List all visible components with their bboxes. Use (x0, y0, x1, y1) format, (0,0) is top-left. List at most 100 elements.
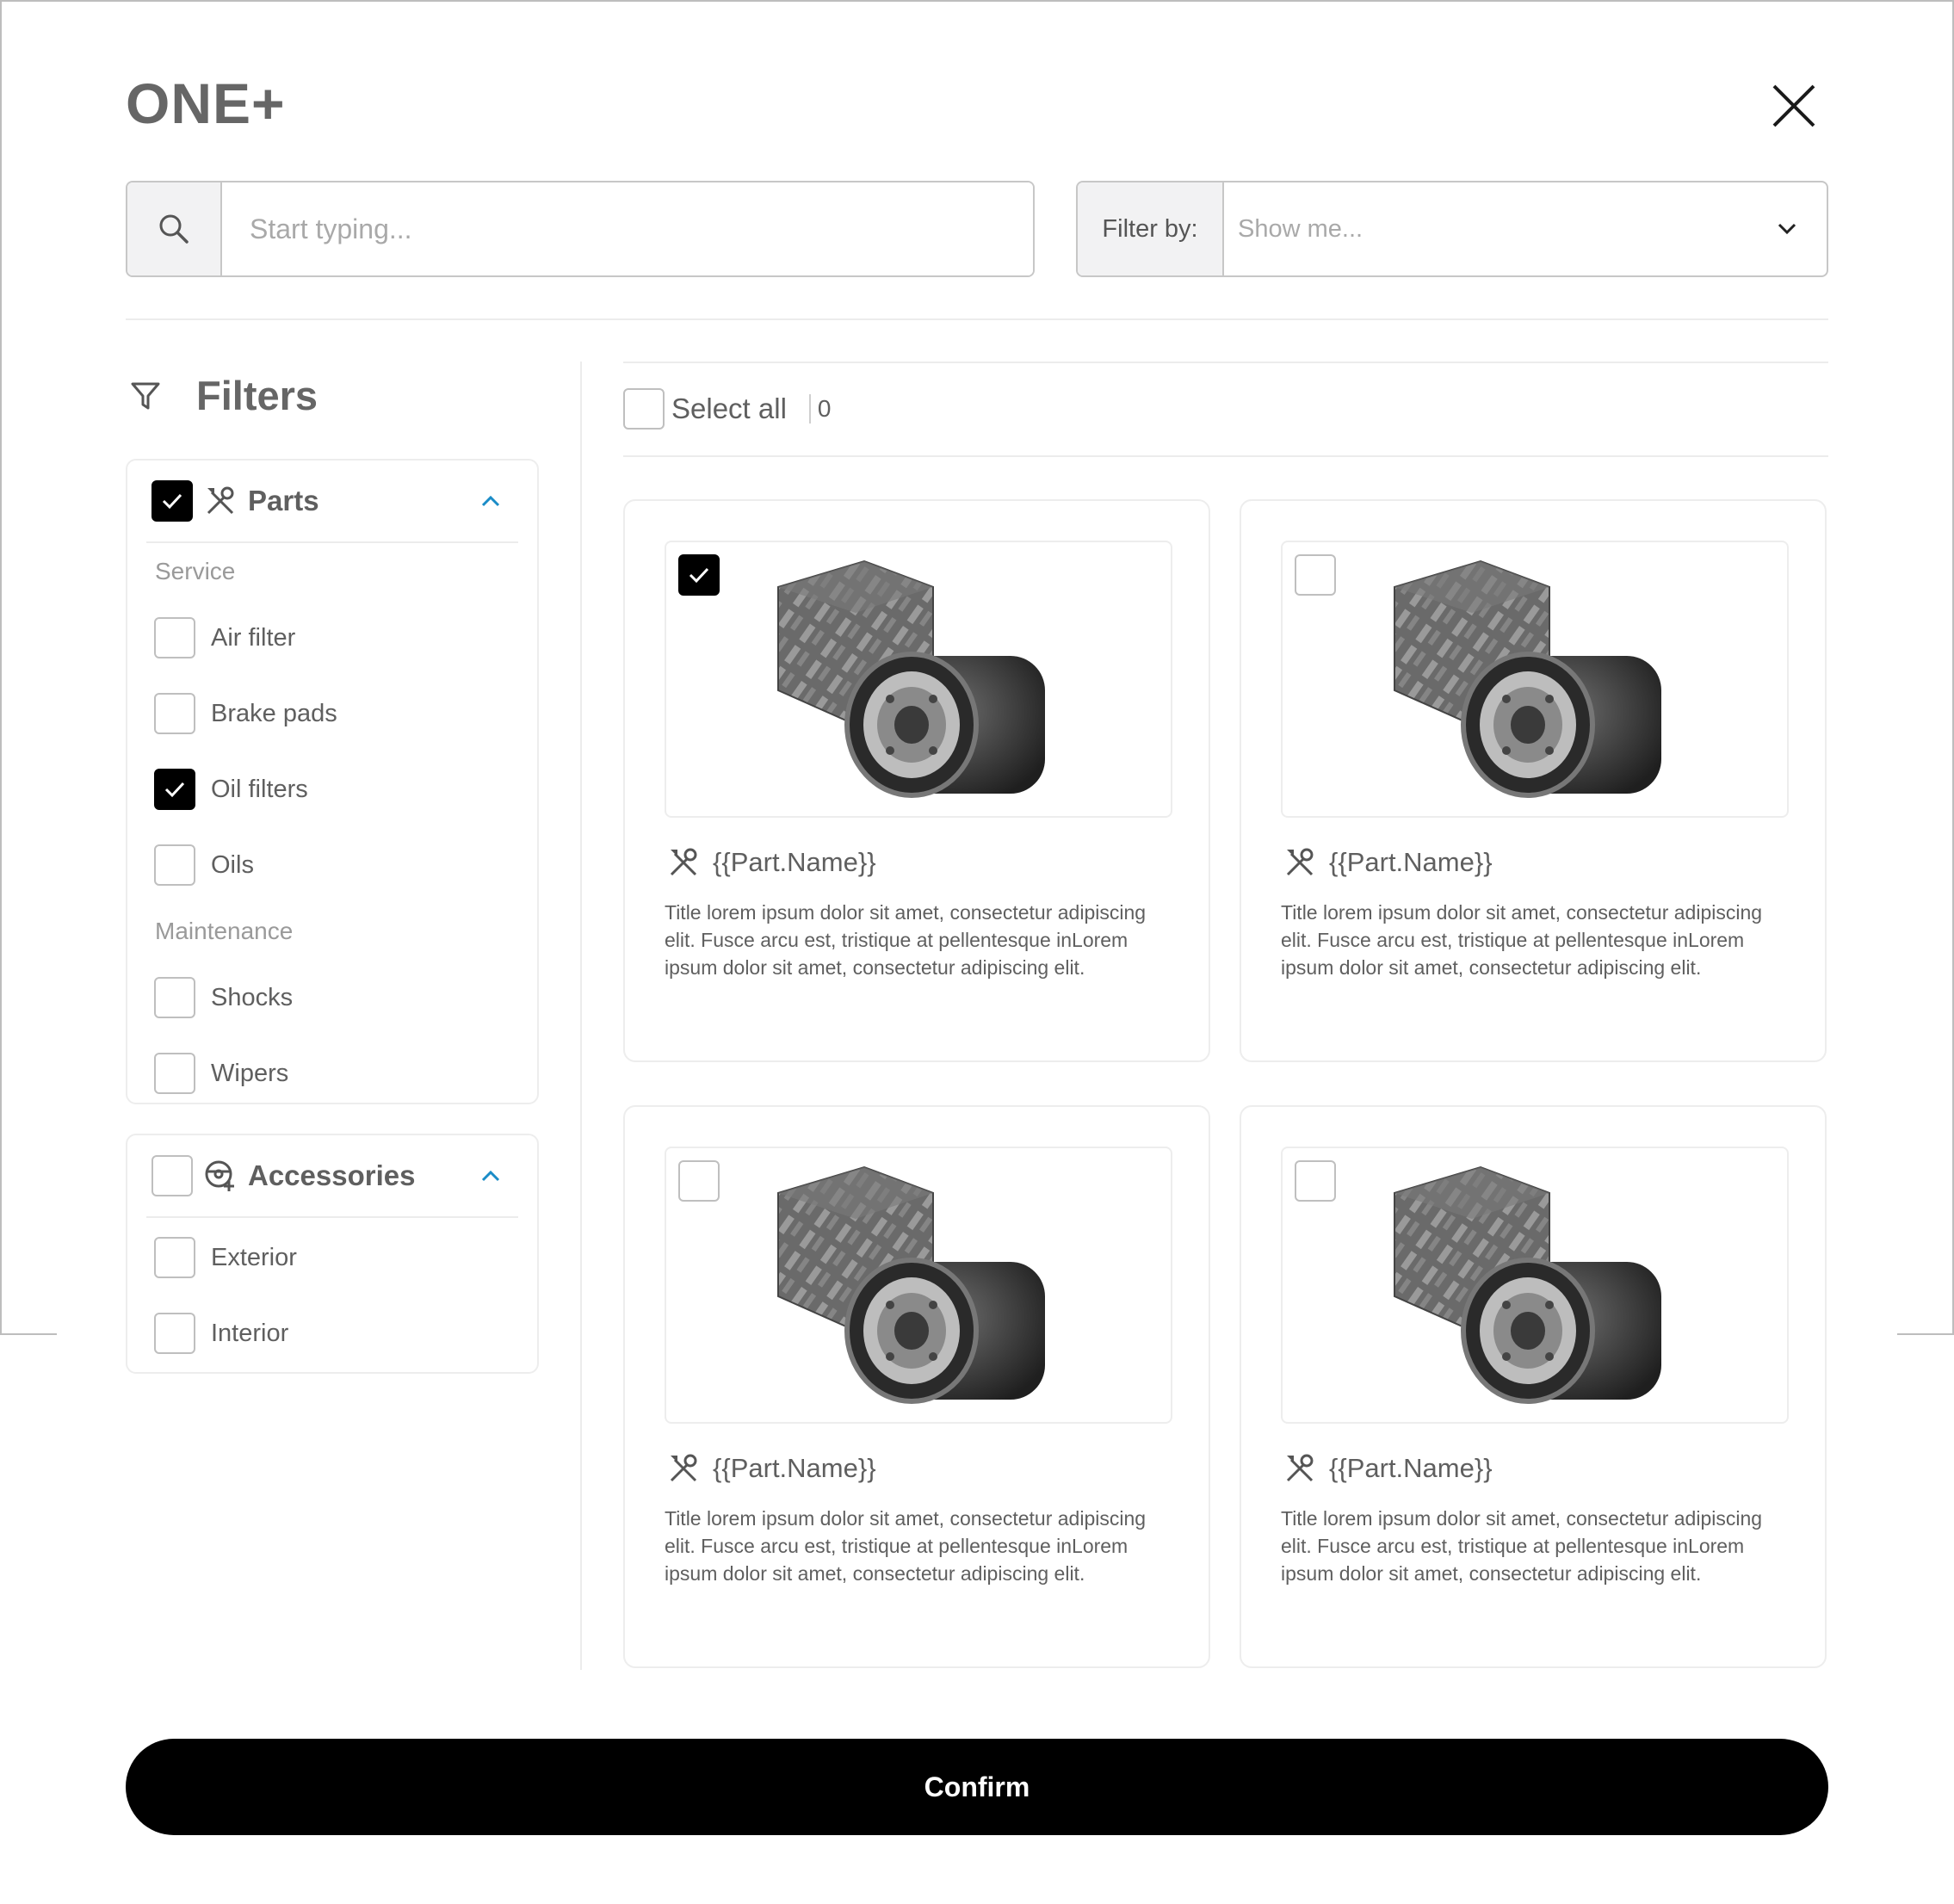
option-checkbox[interactable] (154, 1237, 195, 1278)
close-button[interactable] (1769, 81, 1819, 131)
select-all-checkbox[interactable] (623, 388, 665, 430)
product-description: Title lorem ipsum dolor sit amet, consec… (665, 901, 1147, 979)
product-name-row: {{Part.Name}} (666, 1451, 876, 1486)
checkmark-icon (689, 567, 709, 584)
tools-icon (207, 486, 234, 515)
product-name-row: {{Part.Name}} (1283, 1451, 1493, 1486)
option-checkbox[interactable] (154, 693, 195, 734)
filter-by-label: Filter by: (1078, 182, 1224, 275)
filter-panel-accessories: Accessories Exterior Interior (126, 1134, 539, 1374)
filters-heading: Filters (129, 372, 318, 419)
chevron-up-icon (481, 1170, 500, 1182)
option-label: Air filter (211, 623, 296, 652)
option-brake-pads[interactable]: Brake pads (154, 676, 537, 751)
tools-icon (670, 848, 697, 876)
steering-wheel-plus-icon (205, 1160, 234, 1191)
product-name-row: {{Part.Name}} (666, 845, 876, 880)
selected-count: 0 (817, 395, 832, 422)
option-label: Interior (211, 1319, 289, 1347)
product-checkbox[interactable] (678, 1160, 720, 1202)
oil-filter-image (761, 1159, 1071, 1417)
frame-edge-right (1897, 1333, 1954, 1335)
product-checkbox[interactable] (678, 554, 720, 596)
toolbar-divider-top (623, 362, 1828, 363)
search-icon (159, 214, 189, 244)
tools-icon (1286, 1454, 1314, 1482)
option-checkbox[interactable] (154, 617, 195, 658)
option-checkbox[interactable] (154, 769, 195, 810)
option-oils[interactable]: Oils (154, 827, 537, 903)
checkmark-icon (162, 493, 182, 510)
collapse-accessories-button[interactable] (473, 1159, 508, 1193)
header-divider (126, 318, 1828, 320)
option-checkbox[interactable] (154, 977, 195, 1018)
panel-title-accessories: Accessories (248, 1159, 416, 1191)
app-title: ONE+ (126, 71, 286, 135)
option-air-filter[interactable]: Air filter (154, 600, 537, 676)
toolbar-divider-bottom (623, 455, 1828, 457)
product-checkbox[interactable] (1295, 554, 1336, 596)
search-button[interactable] (127, 182, 222, 275)
filter-by-placeholder: Show me... (1238, 214, 1363, 243)
product-description: Title lorem ipsum dolor sit amet, consec… (1281, 901, 1763, 979)
product-card[interactable]: {{Part.Name}} Title lorem ipsum dolor si… (623, 499, 1210, 1062)
option-oil-filters[interactable]: Oil filters (154, 751, 537, 827)
oil-filter-image (761, 553, 1071, 811)
close-icon (1772, 84, 1815, 127)
product-image-frame (665, 1147, 1172, 1424)
group-label-service: Service (155, 558, 236, 584)
filter-by-dropdown: Filter by: Show me... (1076, 181, 1828, 277)
product-card[interactable]: {{Part.Name}} Title lorem ipsum dolor si… (623, 1105, 1210, 1668)
parts-checkbox[interactable] (151, 480, 193, 522)
frame-edge-left (0, 1333, 57, 1335)
option-label: Brake pads (211, 699, 337, 727)
product-name: {{Part.Name}} (713, 1453, 876, 1483)
product-name: {{Part.Name}} (1329, 1453, 1493, 1483)
select-all-label: Select all (671, 393, 787, 424)
accessories-checkbox[interactable] (151, 1155, 193, 1196)
search-input[interactable] (222, 182, 1033, 275)
product-image-frame (1281, 541, 1789, 818)
option-shocks[interactable]: Shocks (154, 960, 537, 1035)
filter-funnel-icon (131, 382, 160, 409)
option-label: Exterior (211, 1243, 297, 1271)
count-separator (808, 394, 811, 423)
option-label: Shocks (211, 983, 294, 1011)
option-exterior[interactable]: Exterior (154, 1220, 537, 1295)
product-description: Title lorem ipsum dolor sit amet, consec… (665, 1507, 1147, 1585)
filter-panel-parts: Parts Service Air filter Brake pads Oil … (126, 459, 539, 1104)
panel-header-accessories: Accessories (146, 1135, 518, 1218)
oil-filter-image (1377, 553, 1687, 811)
tools-icon (670, 1454, 697, 1482)
select-all[interactable]: Select all 0 (623, 388, 831, 430)
search-bar (126, 181, 1035, 277)
filters-title: Filters (196, 373, 318, 418)
product-description: Title lorem ipsum dolor sit amet, consec… (1281, 1507, 1763, 1585)
panel-header-parts: Parts (146, 461, 518, 543)
collapse-parts-button[interactable] (473, 484, 508, 518)
product-checkbox[interactable] (1295, 1160, 1336, 1202)
tools-icon (1286, 848, 1314, 876)
option-label: Oil filters (211, 775, 308, 803)
filter-by-select[interactable]: Show me... (1224, 182, 1827, 275)
option-interior[interactable]: Interior (154, 1295, 537, 1371)
option-checkbox[interactable] (154, 1313, 195, 1354)
product-image-frame (665, 541, 1172, 818)
group-label-maintenance: Maintenance (155, 918, 294, 944)
chevron-down-icon (1778, 223, 1796, 235)
confirm-button[interactable]: Confirm (126, 1739, 1828, 1835)
sidebar-divider (580, 362, 582, 1670)
product-card[interactable]: {{Part.Name}} Title lorem ipsum dolor si… (1240, 1105, 1827, 1668)
product-name-row: {{Part.Name}} (1283, 845, 1493, 880)
option-wipers[interactable]: Wipers (154, 1035, 537, 1111)
chevron-up-icon (481, 495, 500, 507)
option-label: Wipers (211, 1059, 289, 1087)
product-card[interactable]: {{Part.Name}} Title lorem ipsum dolor si… (1240, 499, 1827, 1062)
panel-title-parts: Parts (248, 485, 319, 516)
option-label: Oils (211, 850, 254, 879)
option-checkbox[interactable] (154, 844, 195, 886)
product-name: {{Part.Name}} (1329, 847, 1493, 877)
option-checkbox[interactable] (154, 1053, 195, 1094)
product-image-frame (1281, 1147, 1789, 1424)
oil-filter-image (1377, 1159, 1687, 1417)
